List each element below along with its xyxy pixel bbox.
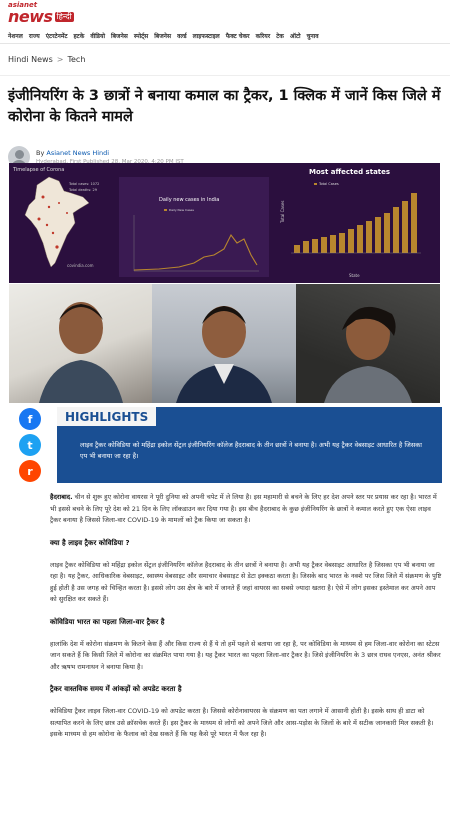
article-headline: इंजीनियरिंग के 3 छात्रों ने बनाया कमाल क…	[8, 88, 441, 125]
map-title: Timelapse of Corona	[12, 167, 64, 173]
map-source: covindia.com	[67, 263, 94, 268]
nav-item[interactable]: चुनाव	[307, 32, 319, 40]
reddit-share-button[interactable]: r	[19, 460, 41, 482]
highlights-text: लाइव ट्रैकर कोविडिया को महिंद्रा इकोल से…	[80, 441, 422, 460]
article-paragraph: कोविडिया ट्रैकर लाइव जिला-वार COVID-19 क…	[50, 707, 434, 738]
infographic-image: Timelapse of Corona Total cases: 1072 To…	[9, 163, 440, 283]
map-stat: Total deaths: 29	[68, 188, 97, 192]
author-name[interactable]: Asianet News Hindi	[46, 149, 109, 157]
nav-item[interactable]: बिजनेस	[111, 32, 128, 40]
nav-item[interactable]: एंटरटेनमेंट	[46, 32, 68, 40]
nav-item[interactable]: हटके	[74, 32, 85, 40]
nav-item[interactable]: ऑटो	[290, 32, 301, 40]
site-logo[interactable]: asianet news हिन्दी	[8, 1, 74, 26]
paragraph-text: चीन से शुरू हुए कोरोना वायरस ने पूरी दुन…	[50, 493, 437, 524]
highlights-box: HIGHLIGHTS लाइव ट्रैकर कोविडिया को महिंद…	[57, 407, 442, 483]
student-photo-3	[296, 284, 440, 403]
line-chart-panel	[119, 177, 269, 277]
infographic-svg: Timelapse of Corona Total cases: 1072 To…	[9, 163, 440, 283]
bar-chart-legend: Total Cases	[318, 182, 339, 186]
facebook-share-button[interactable]: f	[19, 408, 41, 430]
breadcrumb-current[interactable]: Tech	[67, 55, 85, 64]
breadcrumb: Hindi News > Tech	[0, 44, 450, 76]
highlights-title: HIGHLIGHTS	[57, 407, 157, 426]
bar-chart-xlabel: State	[349, 273, 360, 278]
nav-item[interactable]: नेशनल	[8, 32, 23, 40]
author-prefix: By	[36, 149, 47, 157]
section-heading: ट्रैकर वास्तविक समय में आंकड़ों को अपडेट…	[50, 685, 182, 693]
twitter-share-button[interactable]: t	[19, 434, 41, 456]
breadcrumb-root[interactable]: Hindi News	[8, 55, 53, 64]
bar-chart-ylabel: Total Cases	[280, 201, 285, 225]
nav-item[interactable]: लाइफस्टाइल	[193, 32, 220, 40]
nav-item[interactable]: राज्य	[29, 32, 40, 40]
line-chart-legend: Daily New Cases	[169, 208, 194, 212]
nav-item[interactable]: बिजनेस	[154, 32, 171, 40]
student-photo-1	[9, 284, 152, 403]
bar-chart-title: Most affected states	[309, 168, 390, 176]
section-heading: क्या है लाइव ट्रैकर कोविडिया ?	[50, 538, 130, 547]
article-paragraph: लाइव ट्रैकर कोविडिया को महिंद्रा इकोल से…	[50, 560, 442, 604]
section-heading: कोविडिया भारत का पहला जिला-वार ट्रैकर है	[50, 617, 165, 626]
logo-badge: हिन्दी	[54, 11, 74, 22]
dateline: हैदराबाद.	[50, 493, 73, 501]
site-header: asianet news हिन्दी	[0, 0, 450, 26]
breadcrumb-separator: >	[56, 55, 64, 64]
nav-item[interactable]: टेक	[276, 32, 284, 40]
facebook-icon: f	[27, 412, 33, 426]
student-photo-2	[152, 284, 296, 403]
map-stat: Total cases: 1072	[68, 182, 99, 186]
nav-item[interactable]: स्पोर्ट्स	[134, 32, 148, 40]
logo-main: news	[8, 6, 53, 26]
reddit-icon: r	[27, 464, 33, 478]
twitter-icon: t	[27, 438, 33, 452]
article-paragraph: हालांकि देश में कोरोना संक्रमण के कितने …	[50, 639, 441, 671]
share-bar: f t r	[19, 408, 41, 482]
main-nav: नेशनल राज्य एंटरटेनमेंट हटके वीडियो बिजन…	[0, 26, 450, 44]
nav-item[interactable]: वीडियो	[90, 32, 105, 40]
students-photo	[9, 284, 440, 403]
nav-item[interactable]: वर्ल्ड	[177, 32, 187, 40]
article-paragraph: हैदराबाद. चीन से शुरू हुए कोरोना वायरस न…	[50, 492, 442, 527]
article-body: हैदराबाद. चीन से शुरू हुए कोरोना वायरस न…	[50, 492, 442, 753]
line-chart-title: Daily new cases in India	[159, 197, 219, 203]
nav-item[interactable]: फैक्ट चेकर	[226, 32, 250, 40]
author-line: By Asianet News Hindi	[36, 149, 184, 157]
nav-item[interactable]: करियर	[256, 32, 271, 40]
